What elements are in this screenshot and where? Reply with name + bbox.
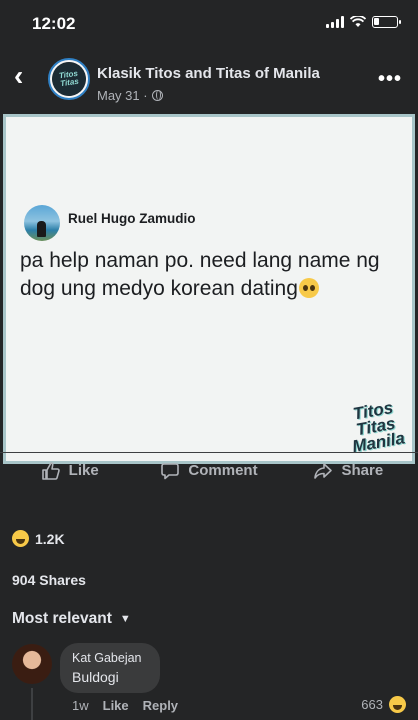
- page-name[interactable]: Klasik Titos and Titas of Manila: [97, 65, 320, 82]
- comments-filter[interactable]: Most relevant ▼: [12, 610, 131, 628]
- comment-avatar[interactable]: [12, 644, 52, 684]
- comment-reaction-count: 663: [361, 697, 383, 712]
- reactions-count: 1.2K: [35, 530, 65, 547]
- post-header: ‹ Titos Titas Klasik Titos and Titas of …: [0, 50, 418, 108]
- shared-author-name: Ruel Hugo Zamudio: [68, 211, 196, 226]
- chevron-down-icon: ▼: [119, 613, 131, 625]
- share-label: Share: [341, 462, 384, 479]
- comment-reactions[interactable]: 663: [361, 696, 406, 713]
- battery-icon: [372, 16, 401, 28]
- comment-time: 1w: [72, 698, 89, 713]
- like-label: Like: [68, 462, 99, 479]
- comment-actions: 1w Like Reply: [72, 698, 178, 713]
- comment-icon: [161, 462, 180, 479]
- status-icons: [326, 16, 401, 28]
- signal-icon: [326, 16, 344, 28]
- page-logo: Titos Titas: [50, 60, 88, 98]
- share-icon: [314, 462, 333, 479]
- comments-filter-label: Most relevant: [12, 610, 112, 627]
- status-bar: 12:02: [0, 0, 418, 50]
- watermark-logo: Titos Titas Manila: [350, 397, 407, 457]
- battery-level: [374, 18, 379, 25]
- shared-author-avatar: [24, 205, 60, 241]
- shared-post-text: pa help naman po. need lang name ng dog …: [20, 249, 380, 300]
- shares-count[interactable]: 904 Shares: [12, 572, 86, 588]
- action-bar: Like Comment Share: [0, 452, 418, 488]
- wifi-icon: [350, 16, 366, 27]
- reactions-summary[interactable]: 1.2K: [12, 530, 65, 547]
- post-meta: May 31 ·: [97, 88, 163, 103]
- like-button[interactable]: Like: [0, 453, 139, 489]
- comment-reply-button[interactable]: Reply: [143, 698, 178, 713]
- back-icon[interactable]: ‹: [14, 62, 36, 90]
- post-image[interactable]: Ruel Hugo Zamudio pa help naman po. need…: [3, 114, 415, 464]
- like-icon: [41, 461, 60, 480]
- status-time: 12:02: [32, 14, 76, 33]
- comment-author[interactable]: Kat Gabejan: [72, 651, 148, 665]
- page-avatar[interactable]: Titos Titas: [48, 58, 90, 100]
- post-date: May 31 ·: [97, 88, 148, 103]
- comment-bubble: Kat Gabejan Buldogi: [60, 643, 160, 693]
- comment-label: Comment: [188, 462, 258, 479]
- comment-text: Buldogi: [72, 669, 119, 685]
- haha-icon: [12, 530, 29, 547]
- thread-line: [31, 688, 33, 720]
- comment-button[interactable]: Comment: [139, 453, 278, 489]
- pleading-face-icon: [298, 278, 319, 298]
- globe-icon: [151, 90, 163, 101]
- share-button[interactable]: Share: [279, 453, 418, 489]
- more-icon[interactable]: •••: [378, 68, 402, 91]
- comment-like-button[interactable]: Like: [103, 698, 129, 713]
- haha-icon: [389, 696, 406, 713]
